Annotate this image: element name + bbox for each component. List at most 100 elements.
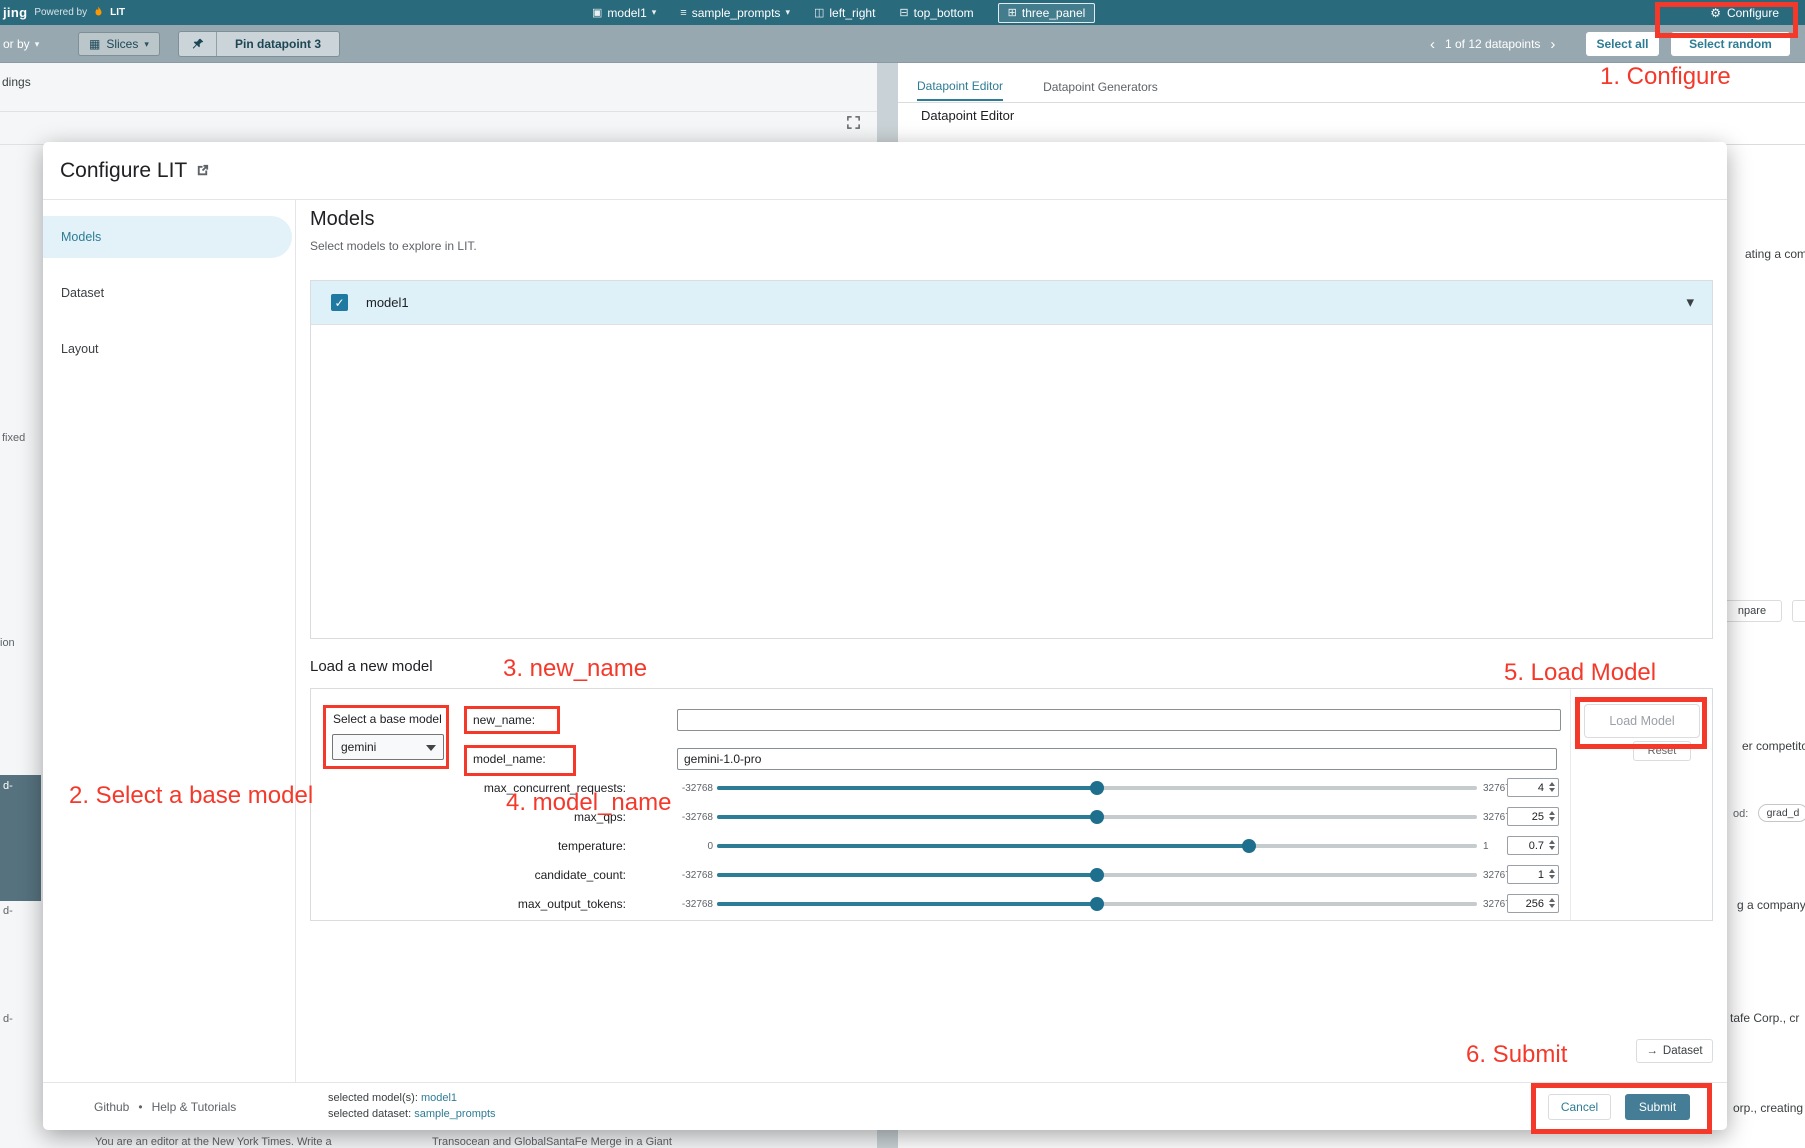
new-name-input[interactable] [677,709,1561,731]
compare-button-partial[interactable]: npare [1722,600,1782,622]
row-label-partial: d- [3,1013,13,1025]
submit-button[interactable]: Submit [1625,1094,1690,1120]
divider [1570,689,1571,920]
load-model-button[interactable]: Load Model [1584,704,1700,738]
next-datapoint-icon[interactable]: › [1550,36,1555,53]
global-menus: ▣ model1 ▾ ≡ sample_prompts ▾ ◫ left_rig… [592,0,1095,25]
reset-button[interactable]: Reset [1633,741,1691,761]
nav-item-models[interactable]: Models [43,216,292,258]
dataset-nav-button[interactable]: → Dataset [1636,1039,1713,1063]
configure-lit-dialog: Configure LIT Models Dataset Layout Mode… [43,142,1727,1130]
select-all-button[interactable]: Select all [1586,32,1659,56]
slider-track[interactable] [717,902,1477,906]
stepper-arrows-icon[interactable] [1549,840,1555,850]
footer-links: Github • Help & Tutorials [94,1083,236,1131]
dataset-selector-menu[interactable]: ≡ sample_prompts ▾ [680,6,790,20]
app-root: jing Powered by LIT ▣ model1 ▾ ≡ sample_… [0,0,1805,1148]
chevron-down-icon[interactable]: ▾ [1686,281,1694,325]
pin-datapoint-button[interactable]: Pin datapoint 3 [217,32,339,56]
tab-datapoint-generators[interactable]: Datapoint Generators [1043,72,1158,101]
help-tutorials-link[interactable]: Help & Tutorials [152,1100,237,1114]
slider-row: max_concurrent_requests: -32768 32767 4 [311,777,1571,799]
stepper-arrows-icon[interactable] [1549,869,1555,879]
model-selector-menu[interactable]: ▣ model1 ▾ [592,6,656,20]
datapoint-text-partial: You are an editor at the New York Times.… [95,1136,332,1148]
model-name-input[interactable] [677,748,1557,770]
model-list: ✓ model1 ▾ [310,280,1713,639]
slices-label: Slices [106,37,138,51]
slider-value-stepper[interactable]: 25 [1507,807,1559,826]
models-section-title: Models [310,208,374,231]
configure-button[interactable]: ⚙ Configure [1702,3,1787,23]
selected-dataset-label: selected dataset: [328,1108,411,1120]
model-icon: ▣ [592,6,602,19]
slider-value-stepper[interactable]: 4 [1507,778,1559,797]
select-random-button[interactable]: Select random [1671,32,1790,56]
slider-min: -32768 [633,783,713,794]
tab-datapoint-editor[interactable]: Datapoint Editor [917,72,1003,101]
expand-panel-icon[interactable] [846,115,861,130]
slider-thumb[interactable] [1242,839,1256,853]
base-model-select[interactable]: gemini [332,734,444,760]
github-link[interactable]: Github [94,1100,129,1114]
datapoint-pager: ‹ 1 of 12 datapoints › [1430,25,1555,63]
dot-separator: • [138,1100,142,1114]
slices-button[interactable]: ▦ Slices ▾ [78,32,160,56]
slider-max: 1 [1483,841,1489,852]
model-name-label: model_name: [473,752,546,766]
slider-track[interactable] [717,815,1477,819]
button-fragment[interactable] [1792,600,1805,622]
slider-track[interactable] [717,844,1477,848]
dialog-nav: Models Dataset Layout [43,200,296,1082]
cancel-button[interactable]: Cancel [1548,1094,1611,1120]
slider-thumb[interactable] [1090,897,1104,911]
stepper-arrows-icon[interactable] [1549,898,1555,908]
external-link-icon[interactable] [195,163,210,178]
stepper-arrows-icon[interactable] [1549,782,1555,792]
selected-model-value[interactable]: model1 [421,1092,457,1104]
stepper-arrows-icon[interactable] [1549,811,1555,821]
slider-value-stepper[interactable]: 256 [1507,894,1559,913]
field-text-partial: er competito [1742,739,1805,753]
base-model-value: gemini [341,740,376,754]
field-text-partial: ating a com [1745,247,1805,261]
pin-icon [191,37,205,51]
slider-row: max_output_tokens: -32768 32767 256 [311,893,1571,915]
slider-min: -32768 [633,870,713,881]
slider-label: max_qps: [351,810,626,824]
caret-down-icon [426,745,436,751]
model-list-row[interactable]: ✓ model1 ▾ [311,281,1712,325]
slider-track[interactable] [717,786,1477,790]
selection-toolbar: or by ▾ ▦ Slices ▾ Pin datapoint 3 ‹ 1 o… [0,25,1805,63]
dataset-nav-label: Dataset [1663,1045,1703,1057]
powered-by-label: Powered by [34,7,87,18]
color-by-menu[interactable]: or by ▾ [3,25,39,63]
nav-item-layout[interactable]: Layout [43,328,292,370]
slider-thumb[interactable] [1090,868,1104,882]
nav-item-dataset[interactable]: Dataset [43,272,292,314]
slider-row: candidate_count: -32768 32767 1 [311,864,1571,886]
fixed-label-partial: fixed [2,432,25,444]
layout-option-three-panel[interactable]: ⊞ three_panel [998,3,1096,23]
selected-model-label: selected model(s): [328,1092,418,1104]
prev-datapoint-icon[interactable]: ‹ [1430,36,1435,53]
field-text-partial: tafe Corp., cr [1730,1011,1799,1025]
slider-value-stepper[interactable]: 0.7 [1507,836,1559,855]
selected-row-highlight[interactable] [0,775,41,901]
slider-row: temperature: 0 1 0.7 [311,835,1571,857]
layout-option-top-bottom[interactable]: ⊟ top_bottom [899,6,973,20]
method-chip[interactable]: grad_d [1758,804,1805,822]
ion-label-partial: ion [0,637,15,649]
selected-dataset-value[interactable]: sample_prompts [414,1108,495,1120]
slider-value-stepper[interactable]: 1 [1507,865,1559,884]
model-checkbox[interactable]: ✓ [331,294,348,311]
slider-thumb[interactable] [1090,810,1104,824]
slider-track[interactable] [717,873,1477,877]
dialog-footer: Github • Help & Tutorials selected model… [43,1082,1727,1130]
layout-option-left-right[interactable]: ◫ left_right [814,6,875,20]
selection-summary: selected model(s): model1 selected datas… [328,1090,496,1122]
pin-icon-button[interactable] [179,32,217,56]
slider-thumb[interactable] [1090,781,1104,795]
new-name-label: new_name: [473,713,535,727]
app-title-partial: jing [3,5,27,20]
